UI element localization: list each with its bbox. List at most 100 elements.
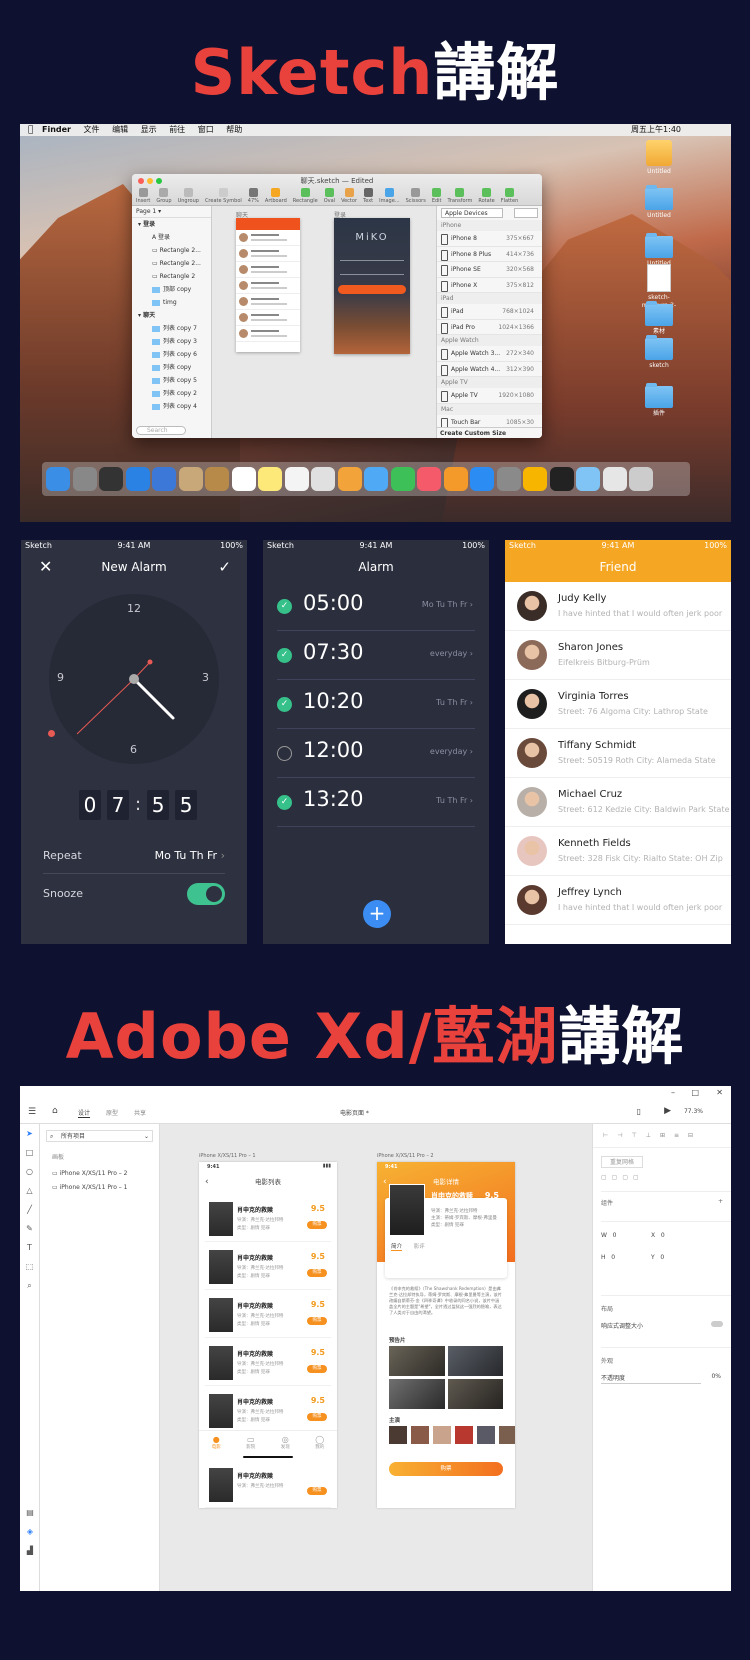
text-tool-icon[interactable]: T xyxy=(20,1238,39,1257)
alarm-row[interactable]: ✓ 05:00 Mo Tu Th Fr › xyxy=(277,582,475,631)
layer-row[interactable]: 列表 copy 2 xyxy=(132,387,211,400)
trailer-thumb[interactable] xyxy=(389,1346,445,1376)
device-preset[interactable]: iPad 768×1024 xyxy=(437,304,542,320)
friend-row[interactable]: Michael Cruz Street: 612 Kedzie City: Bal… xyxy=(505,778,731,827)
align-center-icon[interactable]: ⊣ xyxy=(617,1132,622,1147)
align-top-icon[interactable]: ⊥ xyxy=(646,1132,651,1147)
device-preset[interactable]: iPhone X 375×812 xyxy=(437,278,542,293)
friend-row[interactable]: Jeffrey Lynch I have hinted that I would … xyxy=(505,876,731,925)
chat-artboard[interactable] xyxy=(236,218,300,352)
apple-icon[interactable]:  xyxy=(28,124,33,136)
device-preset[interactable]: iPhone SE 320×568 xyxy=(437,262,542,278)
textedit-icon[interactable] xyxy=(311,467,335,491)
tab-prototype[interactable]: 原型 xyxy=(106,1108,118,1117)
rectangle-tool-icon[interactable]: □ xyxy=(20,1143,39,1162)
desktop-folder[interactable]: 素材 xyxy=(644,301,674,336)
movie-card[interactable]: 肖申克的救赎 导演：弗兰克·达拉邦特 类型：剧情 犯罪 9.5 购票 xyxy=(205,1244,331,1290)
layer-row[interactable]: 列表 copy xyxy=(132,361,211,374)
layer-row[interactable]: 顶部 copy xyxy=(132,283,211,296)
confirm-check-icon[interactable]: ✓ xyxy=(218,552,231,582)
layers-icon[interactable]: ◈ xyxy=(20,1527,40,1536)
device-preset[interactable]: Apple Watch 4... 312×390 xyxy=(437,362,542,377)
x-field[interactable]: X 0 xyxy=(651,1232,665,1239)
play-preview-icon[interactable]: ▶ xyxy=(664,1106,671,1116)
time-digits[interactable]: 0 7 : 5 5 xyxy=(79,790,198,820)
downloads-icon[interactable] xyxy=(602,467,627,491)
device-preset[interactable]: iPhone 8 Plus 414×736 xyxy=(437,247,542,262)
movie-card[interactable]: 肖申克的救赎 导演：弗兰克·达拉邦特 类型：剧情 犯罪 9.5 购票 xyxy=(205,1340,331,1386)
y-field[interactable]: Y 0 xyxy=(651,1254,664,1261)
friend-row[interactable]: Tiffany Schmidt Street: 50519 Roth City: … xyxy=(505,729,731,778)
boolean-ops[interactable]: ▢▢▢▢ xyxy=(601,1174,731,1181)
buy-button[interactable]: 购票 xyxy=(307,1487,327,1495)
music-icon[interactable] xyxy=(417,467,441,491)
device-preset[interactable]: iPad Pro 1024×1366 xyxy=(437,320,542,335)
doc-title[interactable]: 电影页面 * xyxy=(340,1108,369,1117)
menubar-clock[interactable]: 周五上午1:40 xyxy=(631,124,681,136)
cast-photo[interactable] xyxy=(455,1426,473,1444)
movie-card[interactable]: 肖申克的救赎 导演：弗兰克·达拉邦特 类型：剧情 犯罪 9.5 购票 xyxy=(205,1196,331,1242)
reminders-icon[interactable] xyxy=(284,467,309,491)
photos-icon[interactable] xyxy=(337,467,362,491)
check-circle-icon[interactable]: ✓ xyxy=(277,599,292,614)
calendar-icon[interactable] xyxy=(231,467,256,491)
home-icon[interactable]: ⌂ xyxy=(52,1106,58,1116)
buy-button[interactable]: 购票 xyxy=(307,1413,327,1421)
zoom-tool-icon[interactable]: ⌕ xyxy=(20,1276,39,1295)
toolbar-tool[interactable]: Transform xyxy=(448,188,472,204)
toolbar-tool[interactable]: Artboard xyxy=(265,188,287,204)
tab-reviews[interactable]: 影评 xyxy=(414,1244,425,1250)
zoom-level[interactable]: 77.3% xyxy=(684,1108,703,1115)
photos-booth-icon[interactable] xyxy=(205,467,229,491)
buy-ticket-button[interactable]: 购票 xyxy=(389,1462,503,1476)
minimize-icon[interactable]: – xyxy=(671,1088,675,1097)
facetime-icon[interactable] xyxy=(390,467,415,491)
artboard-tool-icon[interactable]: ⬚ xyxy=(20,1257,39,1276)
desktop-drive[interactable]: Untitled xyxy=(644,140,674,176)
toolbar-tool[interactable]: Flatten xyxy=(501,188,518,204)
align-left-icon[interactable]: ⊢ xyxy=(603,1132,608,1147)
folder-icon[interactable] xyxy=(576,467,600,491)
movie-card[interactable]: 肖申克的救赎 导演：弗兰克·达拉邦特 类型：剧情 犯罪 9.5 购票 xyxy=(205,1388,331,1434)
back-arrow-icon[interactable]: ‹ xyxy=(383,1172,387,1192)
launchpad-icon[interactable] xyxy=(72,467,97,491)
device-preset[interactable]: iPhone 8 375×667 xyxy=(437,231,542,247)
align-right-icon[interactable]: ⊤ xyxy=(631,1132,636,1147)
select-arrow-icon[interactable]: ➤ xyxy=(20,1124,39,1143)
menu-app[interactable]: Finder xyxy=(42,125,71,134)
clock-face[interactable]: 12 3 6 9 xyxy=(49,594,219,764)
tab-share[interactable]: 共享 xyxy=(134,1108,146,1117)
repeat-grid-button[interactable]: 重复网格 xyxy=(601,1156,643,1168)
buy-button[interactable]: 购票 xyxy=(307,1269,327,1277)
device-preview-icon[interactable]: ▯ xyxy=(637,1107,641,1116)
check-circle-icon[interactable]: ✓ xyxy=(277,697,292,712)
close-icon[interactable]: ✕ xyxy=(716,1088,723,1097)
layer-row[interactable]: ▭ Rectangle 2... xyxy=(132,244,211,257)
toolbar-tool[interactable]: Text xyxy=(363,188,373,204)
finder-icon[interactable] xyxy=(46,467,70,491)
alarm-row[interactable]: 12:00 everyday › xyxy=(277,729,475,778)
movie-list-artboard[interactable]: 9:41 ▮▮▮ ‹ 电影列表 肖申克的救赎 导演：弗兰克·达拉邦特 类型：剧情 犯罪… xyxy=(199,1162,337,1508)
toolbar-tool[interactable]: Image... xyxy=(379,188,400,204)
toolbar-tool[interactable]: Rectangle xyxy=(293,188,318,204)
layer-row[interactable]: 列表 copy 5 xyxy=(132,374,211,387)
layer-search-input[interactable]: Search xyxy=(136,426,186,435)
check-circle-icon[interactable]: ✓ xyxy=(277,795,292,810)
layer-row[interactable]: ▾ 登录 xyxy=(132,218,211,231)
buy-button[interactable]: 购票 xyxy=(307,1221,327,1229)
system-prefs-icon[interactable] xyxy=(496,467,521,491)
orientation-toggle[interactable] xyxy=(514,208,538,218)
plugins-icon[interactable]: ▟ xyxy=(20,1546,40,1555)
ellipse-tool-icon[interactable]: ○ xyxy=(20,1162,39,1181)
layer-row[interactable]: ▾ 聊天 xyxy=(132,309,211,322)
trailer-thumb[interactable] xyxy=(389,1379,445,1409)
align-bottom-icon[interactable]: ⊟ xyxy=(688,1132,693,1147)
opacity-slider[interactable] xyxy=(601,1383,701,1384)
qq-icon[interactable] xyxy=(549,467,574,491)
layer-row[interactable]: 列表 copy 4 xyxy=(132,400,211,413)
menu-item[interactable]: 文件 xyxy=(84,125,100,134)
distribute-icon[interactable]: ⊞ xyxy=(660,1132,665,1147)
page-select[interactable]: Page 1 ▾ xyxy=(132,206,211,218)
layer-item[interactable]: ▭ iPhone X/XS/11 Pro – 2 xyxy=(52,1167,159,1181)
create-custom-size[interactable]: Create Custom Size xyxy=(437,427,542,438)
